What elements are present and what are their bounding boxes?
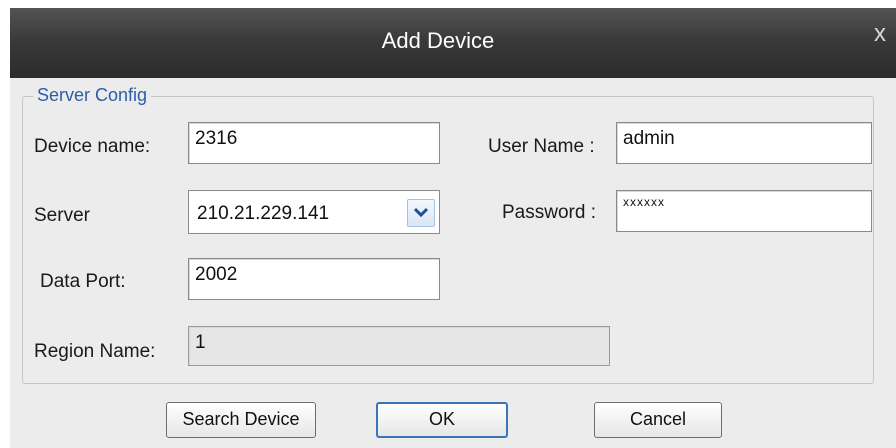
device-name-field[interactable]: 2316 xyxy=(188,122,440,164)
region-name-label: Region Name: xyxy=(34,341,156,362)
server-label: Server xyxy=(34,205,90,226)
window-title: Add Device xyxy=(381,28,495,53)
data-port-field[interactable]: 2002 xyxy=(188,258,440,300)
server-value: 210.21.229.141 xyxy=(197,203,330,224)
close-icon[interactable]: x xyxy=(874,22,886,46)
user-name-label: User Name : xyxy=(488,136,595,157)
region-name-field: 1 xyxy=(188,326,610,366)
add-device-dialog: Add Device x Server Config Device name: … xyxy=(10,8,896,448)
user-name-field[interactable]: admin xyxy=(616,122,872,164)
group-title: Server Config xyxy=(33,85,152,106)
password-field[interactable]: xxxxxx xyxy=(616,190,872,232)
ok-button[interactable]: OK xyxy=(376,402,508,438)
dialog-body: Server Config Device name: 2316 User Nam… xyxy=(10,78,896,448)
chevron-down-icon[interactable] xyxy=(407,199,435,227)
data-port-label: Data Port: xyxy=(40,271,126,292)
search-device-button[interactable]: Search Device xyxy=(166,402,316,438)
server-select[interactable]: 210.21.229.141 xyxy=(188,190,440,234)
title-bar[interactable]: Add Device x xyxy=(10,8,896,78)
password-label: Password : xyxy=(502,202,596,223)
cancel-button[interactable]: Cancel xyxy=(594,402,722,438)
device-name-label: Device name: xyxy=(34,136,151,157)
